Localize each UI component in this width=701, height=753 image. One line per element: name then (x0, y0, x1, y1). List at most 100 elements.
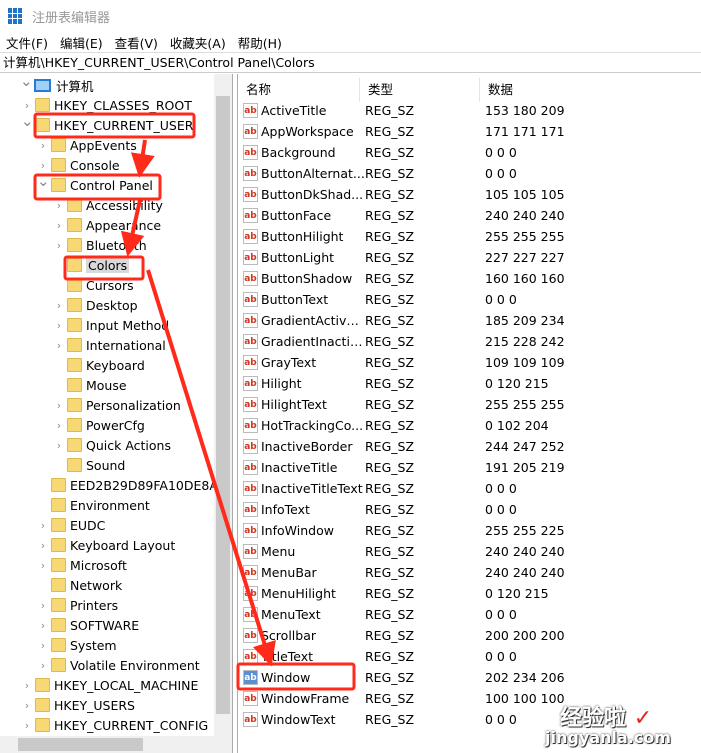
menu-item[interactable]: 收藏夹(A) (170, 33, 226, 52)
tree-item[interactable]: Colors (53, 255, 130, 275)
tree-item[interactable]: ⌄ 计算机 (20, 74, 94, 95)
chevron-right-icon[interactable]: › (53, 239, 65, 252)
value-row[interactable]: ab GradientInactiv... REG_SZ 215 228 242 (238, 331, 701, 352)
menu-item[interactable]: 文件(F) (6, 33, 48, 52)
chevron-right-icon[interactable]: › (37, 599, 49, 612)
tree-item[interactable]: › Bluetooth (53, 235, 147, 255)
chevron-right-icon[interactable]: › (53, 439, 65, 452)
value-row[interactable]: ab ButtonDkShad... REG_SZ 105 105 105 (238, 184, 701, 205)
tree-item[interactable]: › Quick Actions (53, 435, 171, 455)
value-row[interactable]: ab MenuBar REG_SZ 240 240 240 (238, 562, 701, 583)
tree-item[interactable]: EED2B29D89FA10DE8A1 (37, 475, 226, 495)
tree-item[interactable]: › EUDC (37, 515, 106, 535)
column-header-data[interactable]: 数据 (480, 78, 701, 102)
value-row[interactable]: ab ButtonShadow REG_SZ 160 160 160 (238, 268, 701, 289)
column-header-type[interactable]: 类型 (360, 78, 480, 102)
value-row[interactable]: ab InfoText REG_SZ 0 0 0 (238, 499, 701, 520)
tree-item[interactable]: ⌄ HKEY_CURRENT_USER (21, 112, 193, 135)
tree-vertical-scrollbar[interactable] (214, 74, 232, 736)
menu-item[interactable]: 帮助(H) (238, 33, 282, 52)
chevron-right-icon[interactable]: › (53, 339, 65, 352)
value-row[interactable]: ab InactiveTitleText REG_SZ 0 0 0 (238, 478, 701, 499)
tree-item[interactable]: › Microsoft (37, 555, 127, 575)
chevron-right-icon[interactable]: › (21, 699, 33, 712)
tree-horizontal-scrollbar[interactable] (0, 736, 232, 753)
tree-item[interactable]: Environment (37, 495, 150, 515)
tree-item[interactable]: › Desktop (53, 295, 138, 315)
tree-item[interactable]: Network (37, 575, 122, 595)
value-row[interactable]: ab ButtonAlternat... REG_SZ 0 0 0 (238, 163, 701, 184)
value-row[interactable]: ab ButtonFace REG_SZ 240 240 240 (238, 205, 701, 226)
chevron-right-icon[interactable]: › (37, 619, 49, 632)
chevron-down-icon[interactable]: ⌄ (21, 112, 34, 130)
tree-item[interactable]: › HKEY_CLASSES_ROOT (21, 95, 192, 115)
chevron-right-icon[interactable]: › (37, 139, 49, 152)
tree-item[interactable]: › International (53, 335, 166, 355)
chevron-right-icon[interactable]: › (21, 99, 33, 112)
tree-item[interactable]: ⌄ Control Panel (37, 172, 153, 195)
chevron-right-icon[interactable]: › (53, 219, 65, 232)
tree-item[interactable]: › Volatile Environment (37, 655, 200, 675)
value-row[interactable]: ab ButtonHilight REG_SZ 255 255 255 (238, 226, 701, 247)
chevron-right-icon[interactable]: › (53, 399, 65, 412)
value-row[interactable]: ab Hilight REG_SZ 0 120 215 (238, 373, 701, 394)
tree-item[interactable]: › Accessibility (53, 195, 163, 215)
value-row[interactable]: ab HilightText REG_SZ 255 255 255 (238, 394, 701, 415)
chevron-right-icon[interactable]: › (53, 199, 65, 212)
value-row[interactable]: ab ActiveTitle REG_SZ 153 180 209 (238, 100, 701, 121)
chevron-right-icon[interactable]: › (53, 319, 65, 332)
chevron-right-icon[interactable]: › (53, 299, 65, 312)
chevron-right-icon[interactable]: › (21, 719, 33, 732)
tree-item[interactable]: › Personalization (53, 395, 181, 415)
chevron-right-icon[interactable]: › (21, 679, 33, 692)
string-value-icon: ab (243, 397, 258, 412)
value-row[interactable]: ab Background REG_SZ 0 0 0 (238, 142, 701, 163)
value-row[interactable]: ab MenuText REG_SZ 0 0 0 (238, 604, 701, 625)
chevron-right-icon[interactable]: › (53, 419, 65, 432)
column-header-name[interactable]: 名称 (238, 78, 360, 102)
tree-item[interactable]: Cursors (53, 275, 134, 295)
tree-item[interactable]: › Keyboard Layout (37, 535, 175, 555)
tree-item[interactable]: › System (37, 635, 117, 655)
chevron-right-icon[interactable]: › (37, 639, 49, 652)
value-row[interactable]: ab InactiveBorder REG_SZ 244 247 252 (238, 436, 701, 457)
tree-item[interactable]: › Input Method (53, 315, 169, 335)
value-data: 255 255 255 (485, 229, 565, 244)
value-row[interactable]: ab HotTrackingCo... REG_SZ 0 102 204 (238, 415, 701, 436)
scrollbar-thumb[interactable] (216, 96, 230, 714)
tree-item[interactable]: Sound (53, 455, 125, 475)
menu-item[interactable]: 编辑(E) (60, 33, 103, 52)
address-bar[interactable]: 计算机\HKEY_CURRENT_USER\Control Panel\Colo… (0, 52, 701, 73)
value-row[interactable]: ab GradientActive... REG_SZ 185 209 234 (238, 310, 701, 331)
menu-item[interactable]: 查看(V) (115, 33, 158, 52)
tree-item[interactable]: › AppEvents (37, 135, 137, 155)
tree-item[interactable]: › HKEY_CURRENT_CONFIG (21, 715, 208, 735)
tree-item[interactable]: › Appearance (53, 215, 161, 235)
value-row[interactable]: ab InfoWindow REG_SZ 255 255 225 (238, 520, 701, 541)
value-row[interactable]: ab InactiveTitle REG_SZ 191 205 219 (238, 457, 701, 478)
chevron-right-icon[interactable]: › (37, 519, 49, 532)
value-row[interactable]: ab AppWorkspace REG_SZ 171 171 171 (238, 121, 701, 142)
chevron-right-icon[interactable]: › (37, 159, 49, 172)
value-row[interactable]: ab MenuHilight REG_SZ 0 120 215 (238, 583, 701, 604)
chevron-right-icon[interactable]: › (37, 559, 49, 572)
chevron-right-icon[interactable]: › (37, 539, 49, 552)
value-row[interactable]: ab Scrollbar REG_SZ 200 200 200 (238, 625, 701, 646)
chevron-down-icon[interactable]: ⌄ (37, 172, 50, 190)
value-row[interactable]: ab Menu REG_SZ 240 240 240 (238, 541, 701, 562)
tree-item[interactable]: Keyboard (53, 355, 145, 375)
tree-item[interactable]: › Printers (37, 595, 118, 615)
value-row[interactable]: ab Window REG_SZ 202 234 206 (238, 667, 701, 688)
value-row[interactable]: ab TitleText REG_SZ 0 0 0 (238, 646, 701, 667)
tree-item[interactable]: › HKEY_USERS (21, 695, 135, 715)
chevron-right-icon[interactable]: › (37, 659, 49, 672)
tree-item[interactable]: › SOFTWARE (37, 615, 139, 635)
value-row[interactable]: ab ButtonLight REG_SZ 227 227 227 (238, 247, 701, 268)
chevron-down-icon[interactable]: ⌄ (20, 74, 33, 90)
value-row[interactable]: ab ButtonText REG_SZ 0 0 0 (238, 289, 701, 310)
scrollbar-thumb[interactable] (18, 738, 143, 751)
tree-item[interactable]: › PowerCfg (53, 415, 145, 435)
tree-item[interactable]: › HKEY_LOCAL_MACHINE (21, 675, 199, 695)
tree-item[interactable]: Mouse (53, 375, 127, 395)
value-row[interactable]: ab GrayText REG_SZ 109 109 109 (238, 352, 701, 373)
